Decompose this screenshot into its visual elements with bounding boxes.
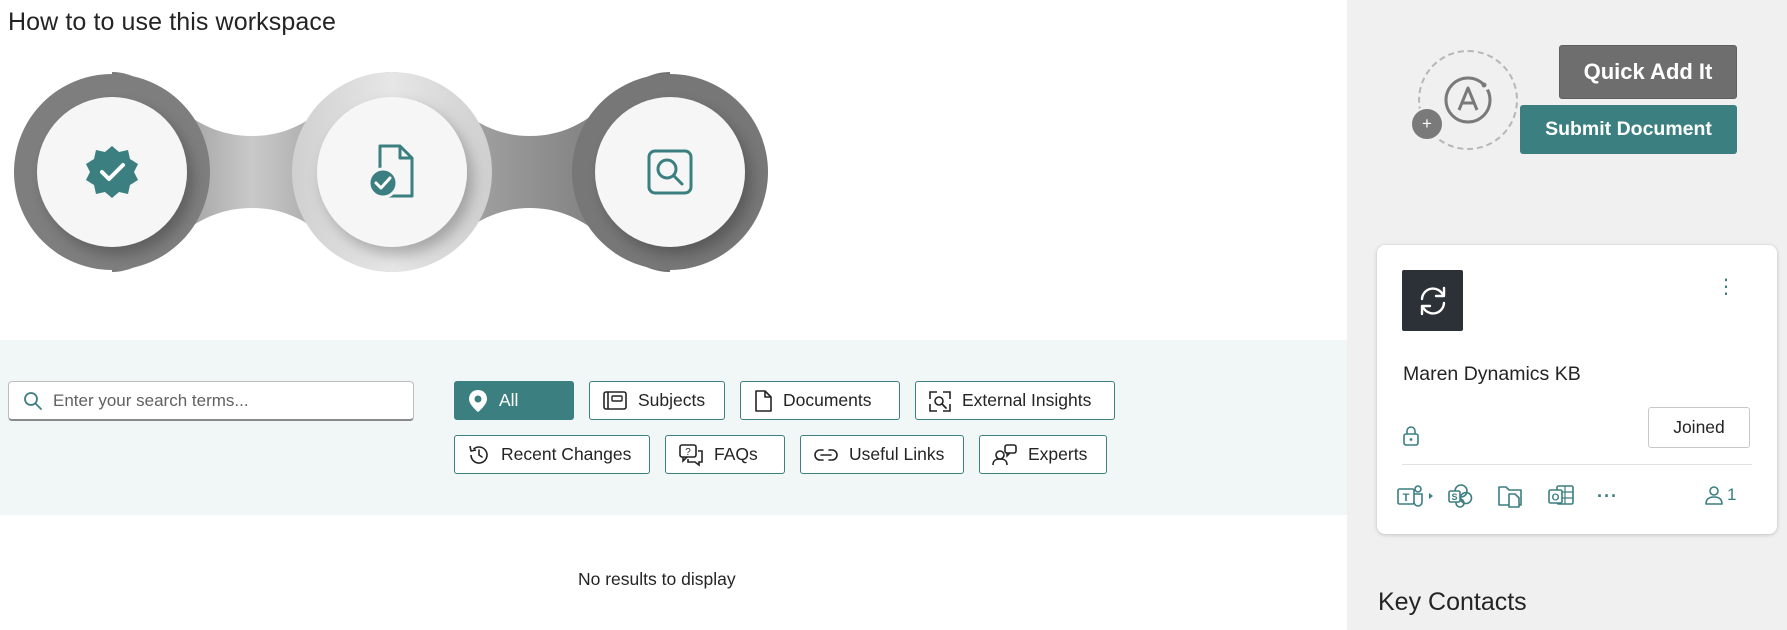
workspace-title[interactable]: Maren Dynamics KB <box>1403 363 1581 386</box>
member-count[interactable]: 1 <box>1704 485 1736 505</box>
outlook-icon[interactable]: O <box>1547 481 1597 511</box>
filter-documents-label: Documents <box>783 390 872 410</box>
link-icon <box>813 445 839 465</box>
filter-subjects-label: Subjects <box>638 390 706 410</box>
filter-all[interactable]: All <box>454 381 574 420</box>
filter-external-insights-label: External Insights <box>962 390 1092 410</box>
more-horizontal-icon[interactable]: ··· <box>1597 481 1647 511</box>
page-title: How to to use this workspace <box>8 8 336 36</box>
filter-recent-changes[interactable]: Recent Changes <box>454 435 650 474</box>
filter-subjects[interactable]: Subjects <box>589 381 725 420</box>
filter-faqs-label: FAQs <box>714 444 758 464</box>
filter-external-insights[interactable]: External Insights <box>915 381 1115 420</box>
main-content: How to to use this workspace Enter your … <box>0 0 1347 630</box>
filter-useful-links[interactable]: Useful Links <box>800 435 964 474</box>
card-divider <box>1402 464 1752 465</box>
filter-documents[interactable]: Documents <box>740 381 900 420</box>
how-to-steps-graphic <box>0 62 800 302</box>
filter-experts-label: Experts <box>1028 444 1088 464</box>
svg-text:S: S <box>1451 492 1457 502</box>
filter-faqs[interactable]: ? FAQs <box>665 435 785 474</box>
no-results-message: No results to display <box>578 569 736 589</box>
filter-band <box>0 340 1347 515</box>
person-icon <box>1705 486 1723 505</box>
card-app-links: T S O ··· <box>1397 481 1647 511</box>
history-icon <box>467 443 491 467</box>
search-icon <box>24 391 42 410</box>
svg-text:T: T <box>1403 492 1410 504</box>
steps-connector <box>14 72 768 272</box>
sharepoint-icon[interactable]: S <box>1447 481 1497 511</box>
workspace-card: ⋮ Maren Dynamics KB Joined T S O ··· 1 <box>1377 245 1777 534</box>
document-icon <box>753 389 773 413</box>
joined-button[interactable]: Joined <box>1648 407 1750 448</box>
svg-text:O: O <box>1552 493 1560 504</box>
faq-icon: ? <box>678 443 704 467</box>
quick-add-button[interactable]: Quick Add It <box>1559 45 1737 99</box>
key-contacts-heading: Key Contacts <box>1378 588 1527 616</box>
filter-recent-changes-label: Recent Changes <box>501 444 632 464</box>
lock-icon <box>1402 425 1420 452</box>
teams-icon[interactable]: T <box>1397 481 1447 511</box>
search-box[interactable] <box>8 381 414 421</box>
submit-document-button[interactable]: Submit Document <box>1520 105 1737 154</box>
member-count-value: 1 <box>1727 485 1737 504</box>
workspace-logo <box>1402 270 1463 331</box>
svg-text:?: ? <box>685 447 691 458</box>
filter-useful-links-label: Useful Links <box>849 444 945 464</box>
subjects-icon <box>602 390 628 412</box>
add-avatar-button[interactable]: + <box>1410 107 1444 141</box>
search-input[interactable] <box>53 390 393 411</box>
experts-icon <box>992 443 1018 467</box>
card-more-options-icon[interactable]: ⋮ <box>1716 276 1736 298</box>
more-apps-glyph: ··· <box>1597 485 1618 506</box>
location-pin-icon <box>467 389 489 413</box>
external-insights-icon <box>928 389 952 413</box>
filter-experts[interactable]: Experts <box>979 435 1107 474</box>
filter-all-label: All <box>499 390 519 410</box>
files-icon[interactable] <box>1497 481 1547 511</box>
sync-icon <box>1420 286 1445 315</box>
